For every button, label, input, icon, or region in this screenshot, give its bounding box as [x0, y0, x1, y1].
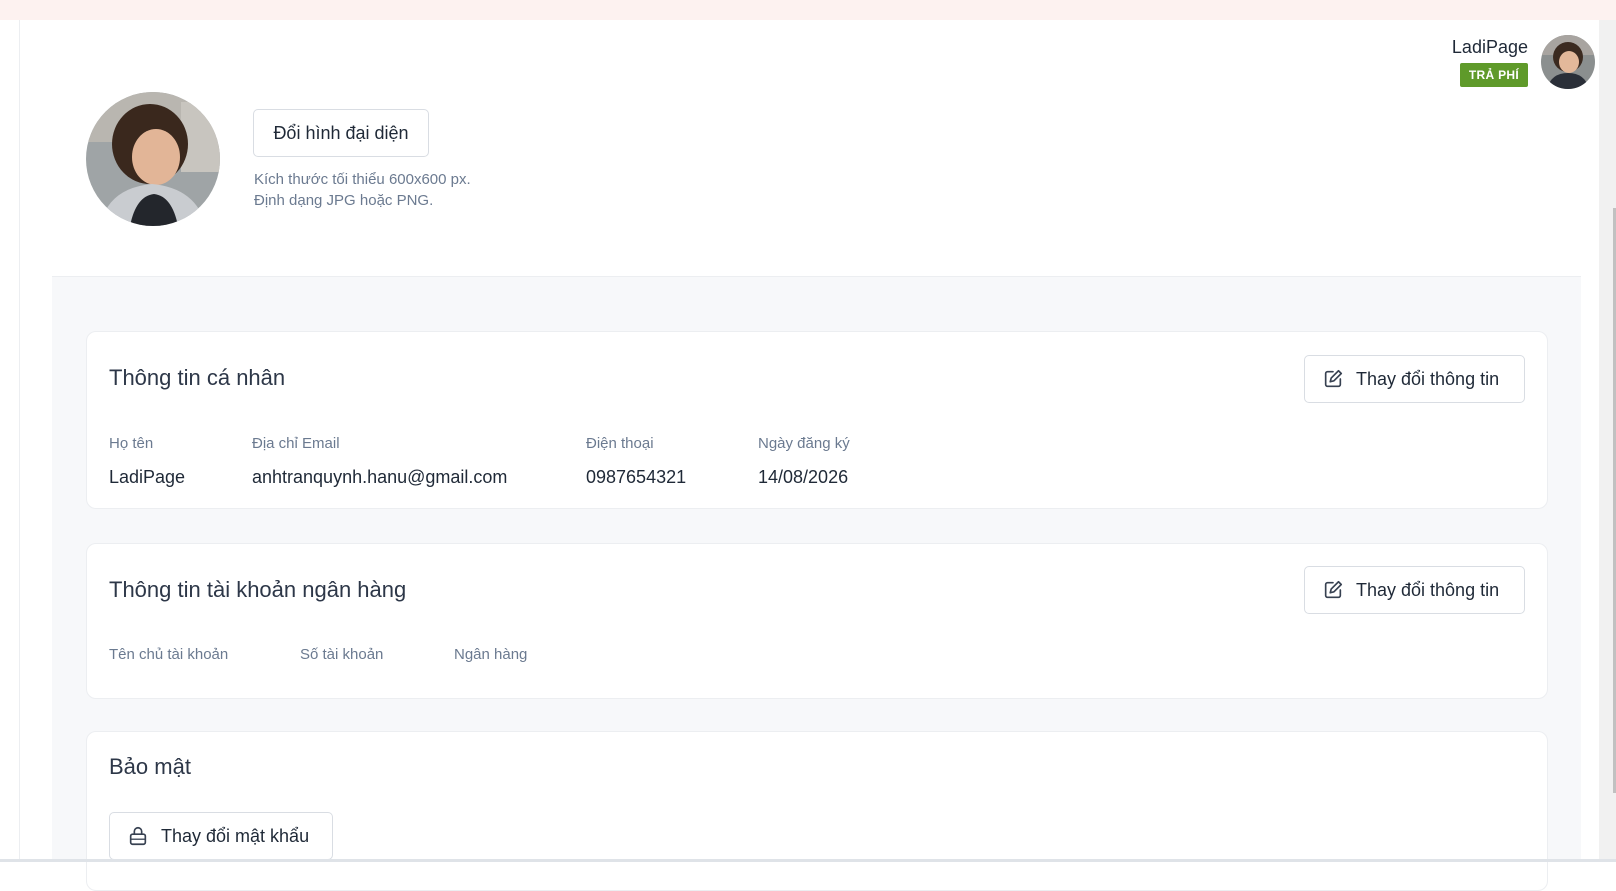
field-value-fullname: LadiPage [109, 467, 186, 487]
bank-info-card: Thông tin tài khoản ngân hàng Thay đổi t… [86, 543, 1548, 699]
header-user-name[interactable]: LadiPage [1452, 37, 1528, 58]
header-avatar[interactable] [1541, 35, 1595, 89]
edit-personal-info-button[interactable]: Thay đổi thông tin [1304, 355, 1525, 403]
security-card: Bảo mật Thay đổi mật khẩu [86, 731, 1548, 891]
field-label-account-number: Số tài khoản [300, 646, 384, 663]
profile-avatar [86, 92, 220, 226]
avatar-size-hint: Kích thước tối thiểu 600x600 px. [254, 171, 471, 188]
avatar-photo-icon [86, 92, 220, 226]
lock-icon [129, 826, 147, 846]
left-sidebar-edge [0, 20, 20, 862]
top-banner-strip [0, 0, 1616, 20]
edit-bank-info-button[interactable]: Thay đổi thông tin [1304, 566, 1525, 614]
edit-bank-info-label: Thay đổi thông tin [1356, 579, 1500, 600]
field-label-register-date: Ngày đăng ký [758, 435, 850, 452]
field-label-fullname: Họ tên [109, 435, 154, 452]
personal-info-card: Thông tin cá nhân Thay đổi thông tin Họ … [86, 331, 1548, 509]
field-value-email: anhtranquynh.hanu@gmail.com [252, 467, 508, 487]
top-header [21, 21, 1616, 103]
edit-icon [1324, 580, 1343, 599]
change-password-label: Thay đổi mật khẩu [161, 825, 310, 846]
avatar-format-hint: Định dạng JPG hoặc PNG. [254, 192, 434, 209]
personal-info-title: Thông tin cá nhân [109, 365, 286, 390]
avatar-photo-icon [1541, 35, 1595, 89]
edit-personal-info-label: Thay đổi thông tin [1356, 368, 1500, 389]
edit-icon [1324, 369, 1343, 388]
change-password-button[interactable]: Thay đổi mật khẩu [109, 812, 333, 860]
field-value-register-date: 14/08/2026 [758, 467, 849, 487]
field-label-bank-name: Ngân hàng [454, 646, 528, 663]
field-value-phone: 0987654321 [586, 467, 687, 487]
plan-badge: TRẢ PHÍ [1459, 63, 1528, 87]
bank-info-title: Thông tin tài khoản ngân hàng [109, 577, 407, 602]
change-avatar-button[interactable]: Đổi hình đại diện [253, 109, 429, 157]
security-title: Bảo mật [109, 754, 191, 779]
field-label-account-holder: Tên chủ tài khoản [109, 646, 229, 663]
field-label-email: Địa chỉ Email [252, 435, 340, 452]
field-label-phone: Điện thoại [586, 435, 654, 452]
